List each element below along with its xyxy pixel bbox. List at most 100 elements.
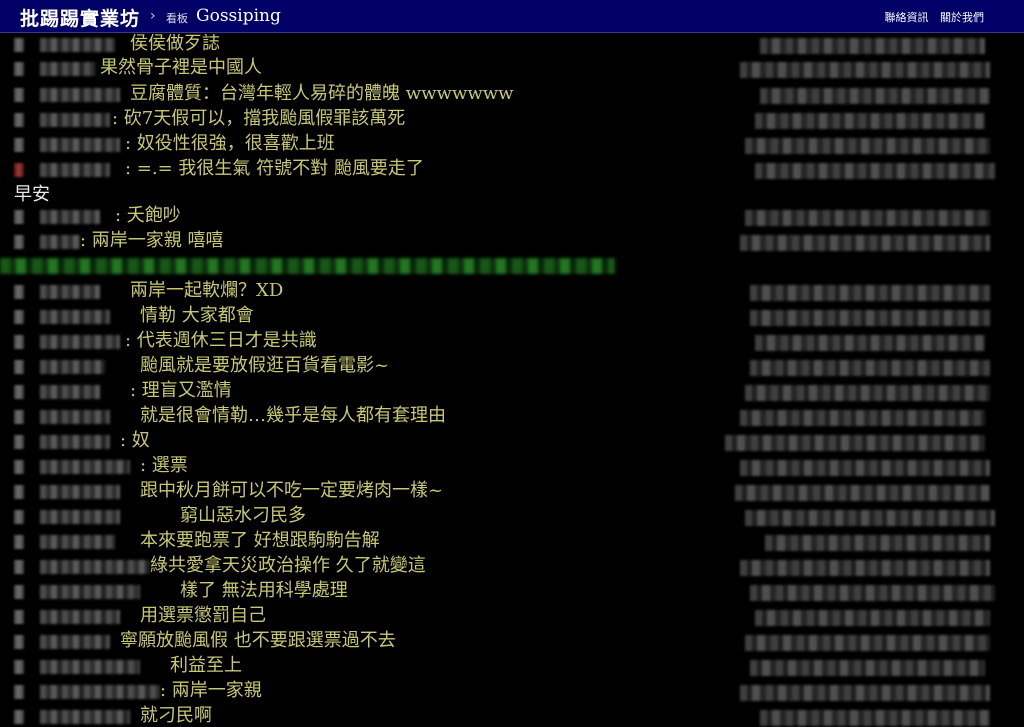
board-label: 看板 xyxy=(166,12,188,25)
ip-datetime-redacted xyxy=(755,113,985,129)
push-line: 綠共愛拿天災政治操作 久了就變這 xyxy=(0,554,1024,578)
username-redacted xyxy=(40,610,120,624)
username-redacted xyxy=(40,410,110,424)
push-tag-redacted xyxy=(14,660,24,674)
push-line: : 奴役性很強，很喜歡上班 xyxy=(0,132,1024,156)
push-tag-redacted xyxy=(14,585,24,599)
push-tag-redacted xyxy=(14,385,24,399)
push-line: 利益至上 xyxy=(0,654,1024,678)
ip-datetime-redacted xyxy=(745,385,990,401)
username-redacted xyxy=(40,685,160,699)
push-content: : 選票 xyxy=(140,455,188,476)
push-content: : 代表週休三日才是共識 xyxy=(125,330,317,351)
push-line: 本來要跑票了 好想跟駒駒告解 xyxy=(0,529,1024,553)
ip-datetime-redacted xyxy=(760,88,990,104)
ip-datetime-redacted xyxy=(750,285,990,301)
username-redacted xyxy=(40,285,100,299)
about-link[interactable]: 關於我們 xyxy=(940,11,984,24)
push-content: : 奴 xyxy=(120,430,150,451)
username-redacted xyxy=(40,460,130,474)
username-redacted xyxy=(40,235,80,249)
username-redacted xyxy=(40,660,140,674)
push-tag-redacted xyxy=(14,435,24,449)
push-tag-redacted xyxy=(14,685,24,699)
username-redacted xyxy=(40,88,120,102)
board-name-link[interactable]: Gossiping xyxy=(196,6,281,26)
push-tag-redacted xyxy=(14,335,24,349)
push-line: 用選票懲罰自己 xyxy=(0,604,1024,628)
username-redacted xyxy=(40,38,115,52)
push-line: 颱風就是要放假逛百貨看電影~ xyxy=(0,354,1024,378)
username-redacted xyxy=(40,360,105,374)
push-content: : 夭飽吵 xyxy=(115,205,181,226)
push-line: : 兩岸一家親 xyxy=(0,679,1024,703)
push-content: 窮山惡水刁民多 xyxy=(180,505,306,526)
ip-datetime-redacted xyxy=(755,163,995,179)
push-content: : 奴役性很強，很喜歡上班 xyxy=(125,133,335,154)
push-tag-redacted xyxy=(14,38,24,52)
push-content: 用選票懲罰自己 xyxy=(140,605,266,626)
ip-datetime-redacted xyxy=(750,310,990,326)
ip-datetime-redacted xyxy=(755,610,990,626)
push-content: 豆腐體質：台灣年輕人易碎的體魄 wwwwwww xyxy=(130,83,514,104)
push-tag-redacted xyxy=(14,510,24,524)
site-title-link[interactable]: 批踢踢實業坊 xyxy=(20,4,140,31)
username-redacted xyxy=(40,485,120,499)
ip-datetime-redacted xyxy=(755,335,985,351)
push-tag-redacted xyxy=(14,710,24,724)
push-content: 果然骨子裡是中國人 xyxy=(100,57,262,78)
username-redacted xyxy=(40,138,120,152)
ip-datetime-redacted xyxy=(765,535,990,551)
push-line: : 選票 xyxy=(0,454,1024,478)
username-redacted xyxy=(40,335,120,349)
ip-datetime-redacted xyxy=(735,485,990,501)
push-tag-redacted xyxy=(14,62,24,76)
push-content: : =.= 我很生氣 符號不對 颱風要走了 xyxy=(125,158,424,179)
top-links: 聯絡資訊 關於我們 xyxy=(877,9,985,25)
push-line: 侯侯做歹誌 xyxy=(0,34,1024,56)
ip-datetime-redacted xyxy=(745,210,990,226)
push-tag-redacted xyxy=(14,610,24,624)
push-tag-redacted xyxy=(14,138,24,152)
push-tag-redacted xyxy=(14,460,24,474)
push-line: : =.= 我很生氣 符號不對 颱風要走了 xyxy=(0,157,1024,181)
push-line: : 奴 xyxy=(0,429,1024,453)
ip-datetime-redacted xyxy=(760,38,985,54)
push-tag-redacted xyxy=(14,485,24,499)
push-tag-redacted xyxy=(14,410,24,424)
push-line: 兩岸一起軟爛？XD xyxy=(0,279,1024,303)
username-redacted xyxy=(40,535,115,549)
push-tag-redacted xyxy=(14,310,24,324)
username-redacted xyxy=(40,385,100,399)
push-content: 綠共愛拿天災政治操作 久了就變這 xyxy=(150,555,426,576)
ip-datetime-redacted xyxy=(740,235,990,251)
ip-datetime-redacted xyxy=(740,460,990,476)
ip-datetime-redacted xyxy=(750,360,990,376)
username-redacted xyxy=(40,585,140,599)
post-text-line: 早安 xyxy=(14,184,50,205)
ip-datetime-redacted xyxy=(745,635,990,651)
push-line: : 代表週休三日才是共識 xyxy=(0,329,1024,353)
push-content: : 兩岸一家親 嘻嘻 xyxy=(80,230,224,251)
push-line: : 理盲又濫情 xyxy=(0,379,1024,403)
push-line: 豆腐體質：台灣年輕人易碎的體魄 wwwwwww xyxy=(0,82,1024,106)
push-content: : 理盲又濫情 xyxy=(130,380,232,401)
push-tag-redacted xyxy=(14,535,24,549)
push-line: : 夭飽吵 xyxy=(0,204,1024,228)
push-content: 樣了 無法用科學處理 xyxy=(180,580,348,601)
push-line: 跟中秋月餅可以不吃一定要烤肉一樣~ xyxy=(0,479,1024,503)
push-line: 樣了 無法用科學處理 xyxy=(0,579,1024,603)
ip-datetime-redacted xyxy=(725,435,985,451)
push-tag-redacted xyxy=(14,635,24,649)
contact-link[interactable]: 聯絡資訊 xyxy=(885,11,929,24)
push-line: 寧願放颱風假 也不要跟選票過不去 xyxy=(0,629,1024,653)
push-tag-redacted xyxy=(14,235,24,249)
username-redacted xyxy=(40,163,110,177)
push-tag-redacted xyxy=(14,88,24,102)
push-content: : 兩岸一家親 xyxy=(160,680,262,701)
push-content: : 砍7天假可以，擋我颱風假罪該萬死 xyxy=(112,108,406,129)
ip-datetime-redacted xyxy=(750,660,985,676)
push-tag-redacted xyxy=(14,210,24,224)
ip-datetime-redacted xyxy=(740,62,990,78)
push-line: 情勒 大家都會 xyxy=(0,304,1024,328)
